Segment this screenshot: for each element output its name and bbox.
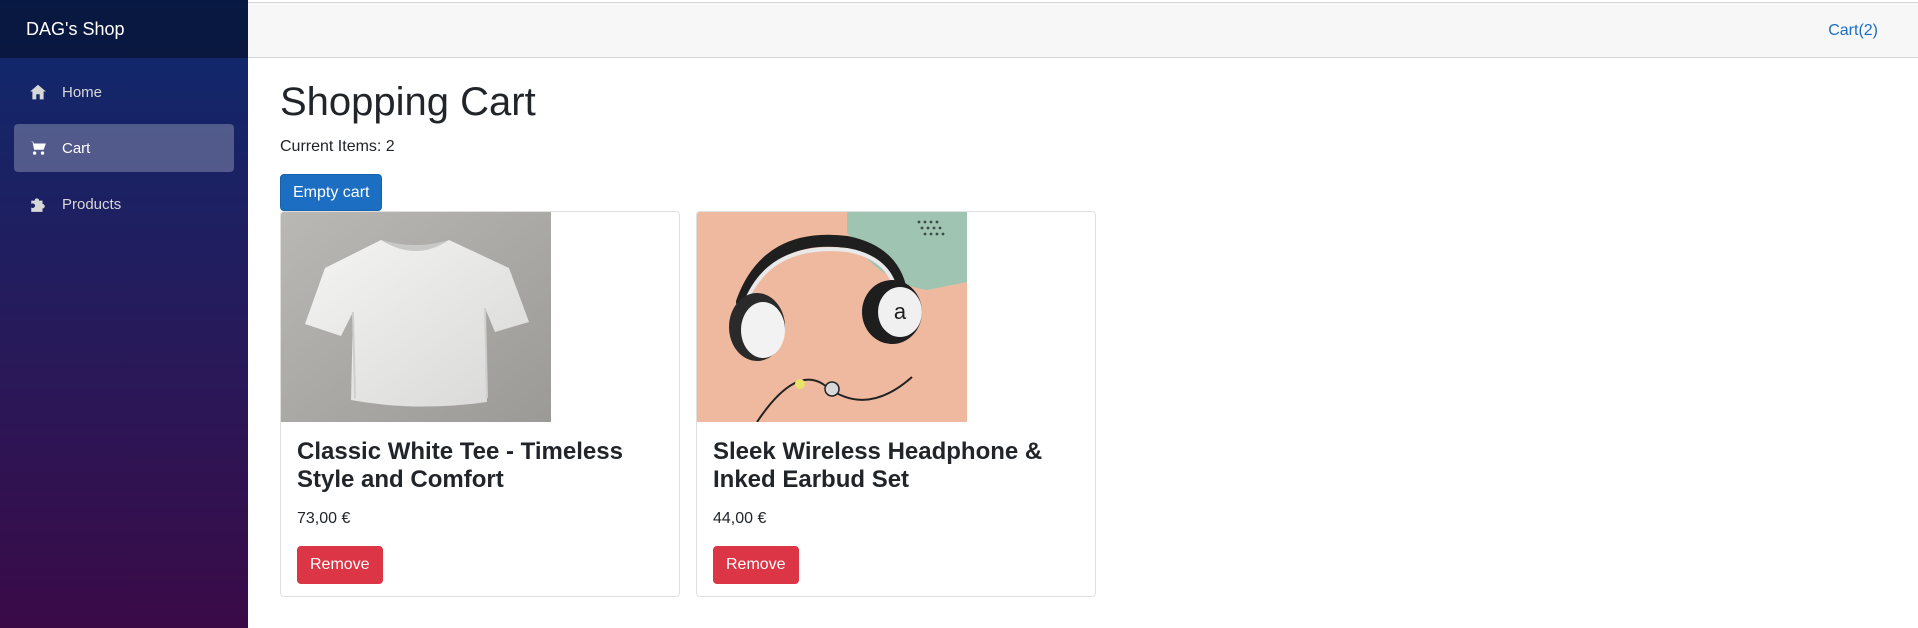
product-price: 73,00 € bbox=[297, 510, 351, 528]
sidebar-item-label: Products bbox=[62, 195, 122, 213]
sidebar-item-label: Home bbox=[62, 83, 103, 101]
empty-cart-button[interactable]: Empty cart bbox=[280, 174, 383, 212]
sidebar-item-products[interactable]: Products bbox=[14, 180, 234, 228]
svg-text:a: a bbox=[894, 299, 907, 324]
cart-items-list: Classic White Tee - Timeless Style and C… bbox=[280, 211, 1918, 598]
top-bar: Cart(2) bbox=[248, 2, 1918, 58]
product-title: Classic White Tee - Timeless Style and C… bbox=[297, 438, 623, 494]
headphones-image: a bbox=[697, 212, 967, 423]
cart-item-card: Classic White Tee - Timeless Style and C… bbox=[280, 211, 680, 598]
card-body: Classic White Tee - Timeless Style and C… bbox=[281, 422, 679, 596]
current-items-text: Current Items: 2 bbox=[280, 138, 395, 155]
cart-item-card: a Sleek Wireless Headphone & Inked Earbu… bbox=[696, 211, 1096, 598]
remove-button[interactable]: Remove bbox=[297, 546, 383, 584]
card-body: Sleek Wireless Headphone & Inked Earbud … bbox=[697, 422, 1095, 596]
sidebar-item-label: Cart bbox=[62, 139, 91, 157]
cart-icon bbox=[28, 138, 48, 158]
product-price: 44,00 € bbox=[713, 510, 767, 528]
product-title: Sleek Wireless Headphone & Inked Earbud … bbox=[713, 438, 1043, 494]
sidebar-item-cart[interactable]: Cart bbox=[14, 124, 234, 172]
sidebar-item-home[interactable]: Home bbox=[14, 68, 234, 116]
page-title: Shopping Cart bbox=[280, 80, 536, 124]
sidebar-nav: Home Cart Products bbox=[0, 58, 248, 228]
sidebar: DAG's Shop Home Cart Products bbox=[0, 0, 248, 628]
main-content: Shopping Cart Current Items: 2 Empty car… bbox=[280, 58, 1918, 598]
brand-link[interactable]: DAG's Shop bbox=[26, 19, 124, 40]
white-tshirt-image bbox=[281, 212, 551, 423]
remove-button[interactable]: Remove bbox=[713, 546, 799, 584]
puzzle-icon bbox=[28, 194, 48, 214]
cart-link[interactable]: Cart(2) bbox=[1828, 22, 1878, 40]
brand-bar: DAG's Shop bbox=[0, 0, 248, 58]
home-icon bbox=[28, 82, 48, 102]
